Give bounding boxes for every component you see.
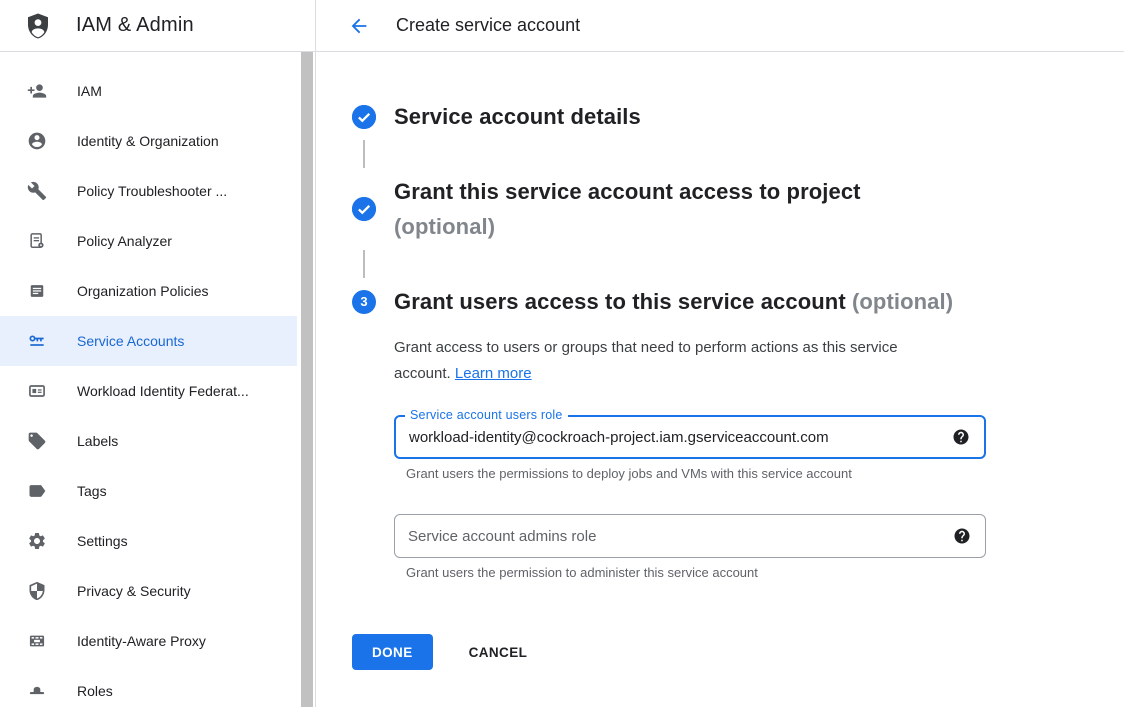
- org-policies-icon: [27, 281, 47, 301]
- wizard-step-2: Grant this service account access to pro…: [352, 174, 1124, 244]
- sidebar-item-workload-identity-federation[interactable]: Workload Identity Federat...: [0, 366, 297, 416]
- step-3-title: Grant users access to this service accou…: [394, 284, 953, 319]
- proxy-icon: [27, 631, 47, 651]
- sidebar-item-policy-analyzer[interactable]: Policy Analyzer: [0, 216, 297, 266]
- step-3-number-badge: 3: [352, 290, 376, 314]
- iam-admin-shield-logo-icon: [22, 10, 54, 42]
- step-3-description: Grant access to users or groups that nee…: [394, 335, 954, 387]
- step-2-optional-label: (optional): [394, 209, 861, 244]
- create-service-account-panel: Service account details Grant this servi…: [316, 52, 1124, 707]
- arrow-back-icon: [348, 15, 370, 37]
- app-header: IAM & Admin: [0, 0, 316, 51]
- security-shield-icon: [27, 581, 47, 601]
- sidebar-item-iam[interactable]: IAM: [0, 66, 297, 116]
- iam-admin-sidebar: IAM Identity & Organization Policy Troub…: [0, 52, 316, 707]
- app-title: IAM & Admin: [76, 14, 194, 37]
- help-icon: [952, 428, 970, 446]
- step-2-title: Grant this service account access to pro…: [394, 174, 861, 244]
- sidebar-item-identity-organization[interactable]: Identity & Organization: [0, 116, 297, 166]
- gear-icon: [27, 531, 47, 551]
- wizard-step-3: 3 Grant users access to this service acc…: [352, 284, 1124, 319]
- admins-role-help-button[interactable]: [952, 526, 972, 546]
- top-app-bar: IAM & Admin Create service account: [0, 0, 1124, 52]
- users-role-help-button[interactable]: [951, 427, 971, 447]
- learn-more-link[interactable]: Learn more: [455, 365, 532, 382]
- service-account-admins-role-field: [394, 514, 986, 558]
- sidebar-item-organization-policies[interactable]: Organization Policies: [0, 266, 297, 316]
- hat-icon: [27, 681, 47, 701]
- person-add-icon: [27, 81, 47, 101]
- sidebar-item-roles[interactable]: Roles: [0, 666, 297, 707]
- wrench-icon: [27, 181, 47, 201]
- step-3-optional-label: (optional): [852, 289, 953, 314]
- wizard-step-1: Service account details: [352, 99, 1124, 134]
- back-button[interactable]: [342, 9, 376, 43]
- step-connector: [363, 250, 365, 278]
- service-accounts-key-icon: [27, 331, 47, 351]
- step-1-title: Service account details: [394, 99, 641, 134]
- service-account-users-role-field: Service account users role: [394, 415, 986, 459]
- label-tag-icon: [27, 431, 47, 451]
- users-role-input[interactable]: [396, 429, 951, 446]
- help-icon: [953, 527, 971, 545]
- sidebar-item-labels[interactable]: Labels: [0, 416, 297, 466]
- sidebar-item-service-accounts[interactable]: Service Accounts: [0, 316, 297, 366]
- page-header: Create service account: [316, 0, 1124, 51]
- sidebar-item-policy-troubleshooter[interactable]: Policy Troubleshooter ...: [0, 166, 297, 216]
- sidebar-scrollbar[interactable]: [301, 52, 313, 707]
- tag-arrow-icon: [27, 481, 47, 501]
- sidebar-item-identity-aware-proxy[interactable]: Identity-Aware Proxy: [0, 616, 297, 666]
- policy-analyzer-icon: [27, 231, 47, 251]
- step-connector: [363, 140, 365, 168]
- admins-role-helper-text: Grant users the permission to administer…: [406, 565, 1124, 580]
- cancel-button[interactable]: CANCEL: [469, 645, 528, 660]
- page-title: Create service account: [396, 15, 580, 36]
- done-button[interactable]: DONE: [352, 634, 433, 670]
- admins-role-input[interactable]: [395, 528, 952, 545]
- step-2-check-icon: [352, 197, 376, 221]
- workload-identity-card-icon: [27, 381, 47, 401]
- identity-person-icon: [27, 131, 47, 151]
- sidebar-item-settings[interactable]: Settings: [0, 516, 297, 566]
- sidebar-item-tags[interactable]: Tags: [0, 466, 297, 516]
- step-1-check-icon: [352, 105, 376, 129]
- sidebar-item-privacy-security[interactable]: Privacy & Security: [0, 566, 297, 616]
- users-role-field-label: Service account users role: [405, 408, 568, 422]
- users-role-helper-text: Grant users the permissions to deploy jo…: [406, 466, 1124, 481]
